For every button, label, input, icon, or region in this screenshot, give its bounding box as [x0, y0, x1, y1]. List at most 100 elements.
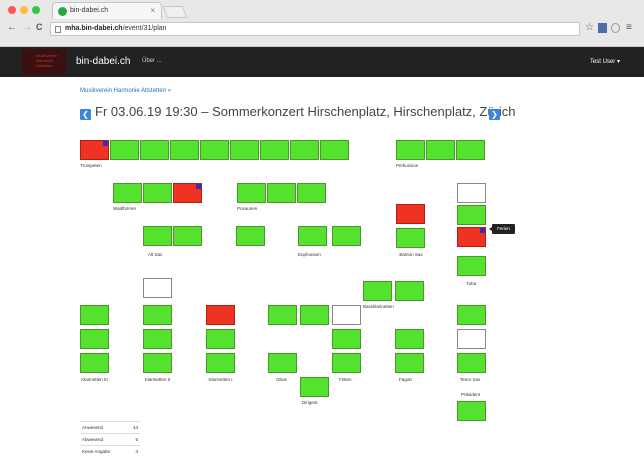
menu-icon[interactable]: ≡ — [626, 22, 632, 33]
seat[interactable] — [457, 401, 486, 421]
seat[interactable] — [268, 353, 297, 373]
seat[interactable] — [173, 226, 202, 246]
url-path: /event/31/plan — [122, 25, 167, 32]
browser-chrome: bin-dabei.ch × ← → C mha.bin-dabei.ch/ev… — [0, 0, 644, 47]
seat[interactable] — [332, 329, 361, 349]
forward-icon[interactable]: → — [22, 22, 32, 33]
seat[interactable] — [300, 377, 329, 397]
tab-title: bin-dabei.ch — [70, 7, 109, 14]
seat[interactable] — [206, 329, 235, 349]
seat[interactable] — [332, 305, 361, 325]
seat[interactable] — [298, 226, 327, 246]
seat[interactable] — [113, 183, 142, 203]
browser-tab[interactable]: bin-dabei.ch × — [52, 2, 162, 19]
seat[interactable] — [206, 353, 235, 373]
seat[interactable] — [457, 205, 486, 225]
seat[interactable] — [396, 204, 425, 224]
app-navbar: Musikverein Harmonie Altstetten bin-dabe… — [0, 47, 644, 77]
seat[interactable] — [396, 140, 425, 160]
seat[interactable] — [457, 329, 486, 349]
seat[interactable] — [396, 228, 425, 248]
new-tab-button[interactable] — [162, 6, 188, 18]
seat[interactable] — [170, 140, 199, 160]
extension-icon[interactable] — [598, 23, 607, 33]
tab-close-icon[interactable]: × — [150, 6, 155, 15]
stat-value: 4 — [135, 449, 138, 454]
seat[interactable] — [80, 353, 109, 373]
seat[interactable] — [143, 353, 172, 373]
seat[interactable] — [395, 329, 424, 349]
minimize-window-icon[interactable] — [20, 6, 28, 14]
bookmark-star-icon[interactable]: ☆ — [585, 22, 594, 33]
section-label: Klarinetten II — [144, 377, 171, 382]
favicon-icon — [58, 7, 67, 16]
seat[interactable] — [320, 140, 349, 160]
stat-label: Abwesend — [82, 437, 104, 442]
close-window-icon[interactable] — [8, 6, 16, 14]
seat[interactable] — [173, 183, 202, 203]
section-label: Waldhörner — [113, 206, 137, 211]
url-host: mha.bin-dabei.ch — [65, 25, 123, 32]
seat[interactable] — [143, 278, 172, 298]
section-label: Präsident — [461, 392, 481, 397]
breadcrumb[interactable]: Musikverein Harmonie Altstetten » — [80, 88, 171, 94]
section-label: Euphonium — [298, 252, 321, 257]
seat[interactable] — [457, 353, 486, 373]
seat[interactable] — [237, 183, 266, 203]
seat[interactable] — [143, 329, 172, 349]
seat[interactable] — [143, 183, 172, 203]
seat[interactable] — [290, 140, 319, 160]
page-icon — [55, 26, 61, 33]
seat[interactable] — [110, 140, 139, 160]
seat[interactable] — [457, 256, 486, 276]
seat[interactable] — [456, 140, 485, 160]
seat[interactable] — [80, 305, 109, 325]
section-label: Oboe — [276, 377, 288, 382]
user-menu[interactable]: Test User ▾ — [590, 58, 620, 65]
seat[interactable] — [395, 281, 424, 301]
extension-icon[interactable] — [611, 23, 620, 33]
note-icon — [480, 228, 485, 233]
section-label: Bassklarinetten — [363, 304, 394, 309]
seat[interactable] — [206, 305, 235, 325]
next-event-button[interactable]: ❯ — [489, 109, 500, 120]
seat[interactable] — [300, 305, 329, 325]
stat-value: 5 — [135, 437, 138, 442]
seat[interactable] — [267, 183, 296, 203]
section-label: Dirigent — [302, 400, 318, 405]
seat[interactable] — [143, 305, 172, 325]
seat[interactable] — [230, 140, 259, 160]
seat[interactable] — [457, 305, 486, 325]
brand-link[interactable]: bin-dabei.ch — [76, 56, 130, 67]
seat[interactable] — [457, 227, 486, 247]
maximize-window-icon[interactable] — [32, 6, 40, 14]
stat-label: Keine Angabe — [82, 449, 111, 454]
seat[interactable] — [363, 281, 392, 301]
seat[interactable] — [80, 140, 109, 160]
seat[interactable] — [143, 226, 172, 246]
logo[interactable]: Musikverein Harmonie Altstetten — [22, 49, 66, 75]
seat[interactable] — [200, 140, 229, 160]
seat[interactable] — [426, 140, 455, 160]
seat[interactable] — [80, 329, 109, 349]
reload-icon[interactable]: C — [36, 22, 43, 32]
section-label: Klarinetten I — [208, 377, 233, 382]
seat[interactable] — [332, 353, 361, 373]
back-icon[interactable]: ← — [7, 22, 17, 33]
seat[interactable] — [297, 183, 326, 203]
seat[interactable] — [395, 353, 424, 373]
seat[interactable] — [260, 140, 289, 160]
seat[interactable] — [236, 226, 265, 246]
seat[interactable] — [268, 305, 297, 325]
stat-row: Keine Angabe 4 — [80, 445, 140, 457]
seat[interactable] — [140, 140, 169, 160]
page-title: Fr 03.06.19 19:30 – Sommerkonzert Hirsch… — [95, 104, 516, 119]
section-label: Posaunen — [237, 206, 258, 211]
address-bar[interactable]: mha.bin-dabei.ch/event/31/plan — [50, 22, 580, 36]
seat[interactable] — [457, 183, 486, 203]
about-link[interactable]: Über ... — [142, 58, 162, 64]
section-label: Perkussion — [396, 163, 419, 168]
stat-value: 44 — [132, 425, 138, 430]
prev-event-button[interactable]: ❮ — [80, 109, 91, 120]
seat[interactable] — [332, 226, 361, 246]
